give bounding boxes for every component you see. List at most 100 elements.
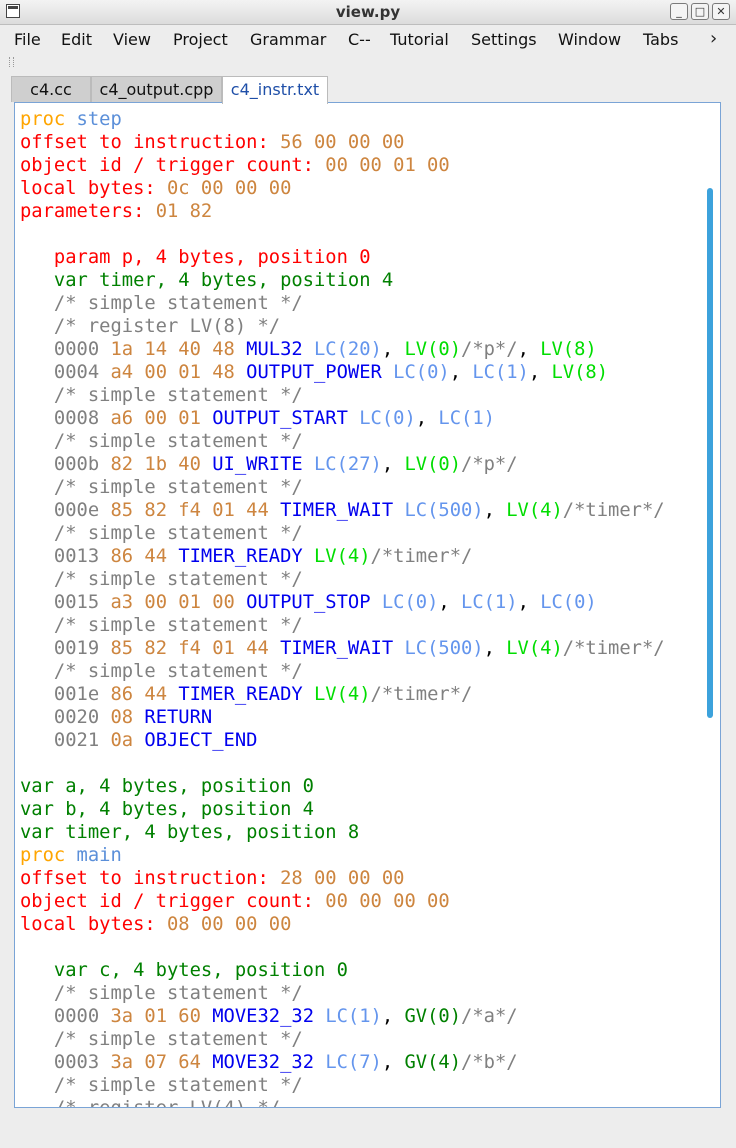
code-line: proc step (20, 108, 665, 131)
menu-tabs[interactable]: Tabs (643, 30, 678, 49)
menu-view[interactable]: View (113, 30, 151, 49)
code-token: , (415, 408, 439, 429)
menu-file[interactable]: File (14, 30, 41, 49)
code-line: 0020 08 RETURN (20, 706, 665, 729)
code-token: OUTPUT_POWER (246, 362, 394, 383)
code-token: , (483, 500, 507, 521)
code-token: /*p*/ (461, 339, 518, 360)
code-line: 000b 82 1b 40 UI_WRITE LC(27), LV(0)/*p*… (20, 453, 665, 476)
code-token: local bytes: (20, 178, 167, 199)
code-token: LC(1) (461, 592, 518, 613)
code-line: 0004 a4 00 01 48 OUTPUT_POWER LC(0), LC(… (20, 361, 665, 384)
menu-edit[interactable]: Edit (61, 30, 92, 49)
code-token: 00 00 01 00 (325, 155, 450, 176)
vertical-scrollbar[interactable] (707, 188, 713, 718)
code-token: /* simple statement */ (20, 1075, 303, 1096)
tab-c4-output-cpp[interactable]: c4_output.cpp (91, 76, 222, 102)
maximize-button[interactable]: □ (691, 3, 709, 20)
code-token: object id / trigger count: (20, 891, 326, 912)
code-token: offset to instruction: (20, 132, 281, 153)
code-token: GV(0) (404, 1006, 462, 1027)
code-token: 85 82 f4 01 44 (110, 638, 281, 659)
code-token: MOVE32_32 (212, 1006, 326, 1027)
tab-c4-instr-txt[interactable]: c4_instr.txt (222, 76, 328, 104)
code-line: var timer, 4 bytes, position 4 (20, 269, 665, 292)
code-line: 0008 a6 00 01 OUTPUT_START LC(0), LC(1) (20, 407, 665, 430)
code-token: , (517, 339, 541, 360)
menu-project[interactable]: Project (173, 30, 228, 49)
close-button[interactable]: ✕ (712, 3, 730, 20)
code-token: /* register LV(8) */ (20, 316, 281, 337)
code-line: /* simple statement */ (20, 1028, 665, 1051)
code-line: /* simple statement */ (20, 384, 665, 407)
code-token: 28 00 00 00 (280, 868, 405, 889)
code-token: /* simple statement */ (20, 615, 303, 636)
code-line: var timer, 4 bytes, position 8 (20, 821, 665, 844)
code-token: LC(7) (325, 1052, 382, 1073)
toolbar-grip[interactable] (9, 57, 14, 67)
menu-window[interactable]: Window (558, 30, 621, 49)
menu-settings[interactable]: Settings (471, 30, 537, 49)
code-line: object id / trigger count: 00 00 00 00 (20, 890, 665, 913)
code-token: 0003 (20, 1052, 111, 1073)
code-token: /* simple statement */ (20, 431, 303, 452)
code-token: var timer, 4 bytes, position 4 (20, 270, 394, 291)
code-token: /* simple statement */ (20, 385, 303, 406)
code-token: proc (20, 109, 77, 130)
code-token: 1a 14 40 48 (110, 339, 247, 360)
code-token: /* simple statement */ (20, 1029, 303, 1050)
menu-c-minus-minus[interactable]: C-- (348, 30, 371, 49)
code-line: 0000 1a 14 40 48 MUL32 LC(20), LV(0)/*p*… (20, 338, 665, 361)
code-line: 0000 3a 01 60 MOVE32_32 LC(1), GV(0)/*a*… (20, 1005, 665, 1028)
code-token: RETURN (144, 707, 213, 728)
code-token: LV(4) (314, 546, 371, 567)
code-token: 0015 (20, 592, 111, 613)
code-token: a6 00 01 (110, 408, 213, 429)
code-token: var c, 4 bytes, position 0 (20, 960, 348, 981)
code-token: 0c 00 00 00 (167, 178, 292, 199)
code-line: offset to instruction: 56 00 00 00 (20, 131, 665, 154)
code-token: , (528, 362, 552, 383)
code-token: LC(0) (393, 362, 450, 383)
menu-bar: File Edit View Project Grammar C-- Tutor… (0, 25, 736, 55)
code-token: , (381, 454, 405, 475)
code-line: /* simple statement */ (20, 522, 665, 545)
code-token: proc (20, 845, 77, 866)
menu-overflow-chevron-icon[interactable]: › (710, 28, 717, 49)
code-token: 0020 (20, 707, 111, 728)
code-editor[interactable]: proc step offset to instruction: 56 00 00… (14, 102, 721, 1108)
code-line: 000e 85 82 f4 01 44 TIMER_WAIT LC(500), … (20, 499, 665, 522)
code-line: object id / trigger count: 00 00 01 00 (20, 154, 665, 177)
menu-tutorial[interactable]: Tutorial (390, 30, 449, 49)
code-line: /* simple statement */ (20, 614, 665, 637)
code-line: /* register LV(8) */ (20, 315, 665, 338)
code-line: local bytes: 0c 00 00 00 (20, 177, 665, 200)
code-token: offset to instruction: (20, 868, 281, 889)
code-token: 0021 (20, 730, 111, 751)
code-token: LV(4) (314, 684, 371, 705)
code-token: main (76, 845, 122, 866)
tab-c4-cc[interactable]: c4.cc (11, 76, 91, 102)
code-token: var timer, 4 bytes, position 8 (20, 822, 360, 843)
code-token: /* simple statement */ (20, 661, 303, 682)
code-token: 0008 (20, 408, 111, 429)
code-token: 000b (20, 454, 111, 475)
code-token: /*a*/ (461, 1006, 518, 1027)
code-token: GV(4) (404, 1052, 462, 1073)
code-token: var b, 4 bytes, position 4 (20, 799, 314, 820)
code-token: /* simple statement */ (20, 293, 303, 314)
code-token: a3 00 01 00 (110, 592, 247, 613)
menu-grammar[interactable]: Grammar (250, 30, 326, 49)
code-token: /* register LV(4) */ (20, 1098, 280, 1107)
code-token: OUTPUT_STOP (246, 592, 382, 613)
code-token: LV(4) (506, 638, 563, 659)
code-token: , (381, 1006, 405, 1027)
code-token: 0004 (20, 362, 111, 383)
code-token: , (438, 592, 462, 613)
code-text[interactable]: proc step offset to instruction: 56 00 00… (20, 108, 665, 1107)
code-token: 3a 07 64 (110, 1052, 213, 1073)
code-token: 08 (110, 707, 145, 728)
title-bar: view.py _ □ ✕ (0, 0, 736, 25)
minimize-button[interactable]: _ (670, 3, 688, 20)
